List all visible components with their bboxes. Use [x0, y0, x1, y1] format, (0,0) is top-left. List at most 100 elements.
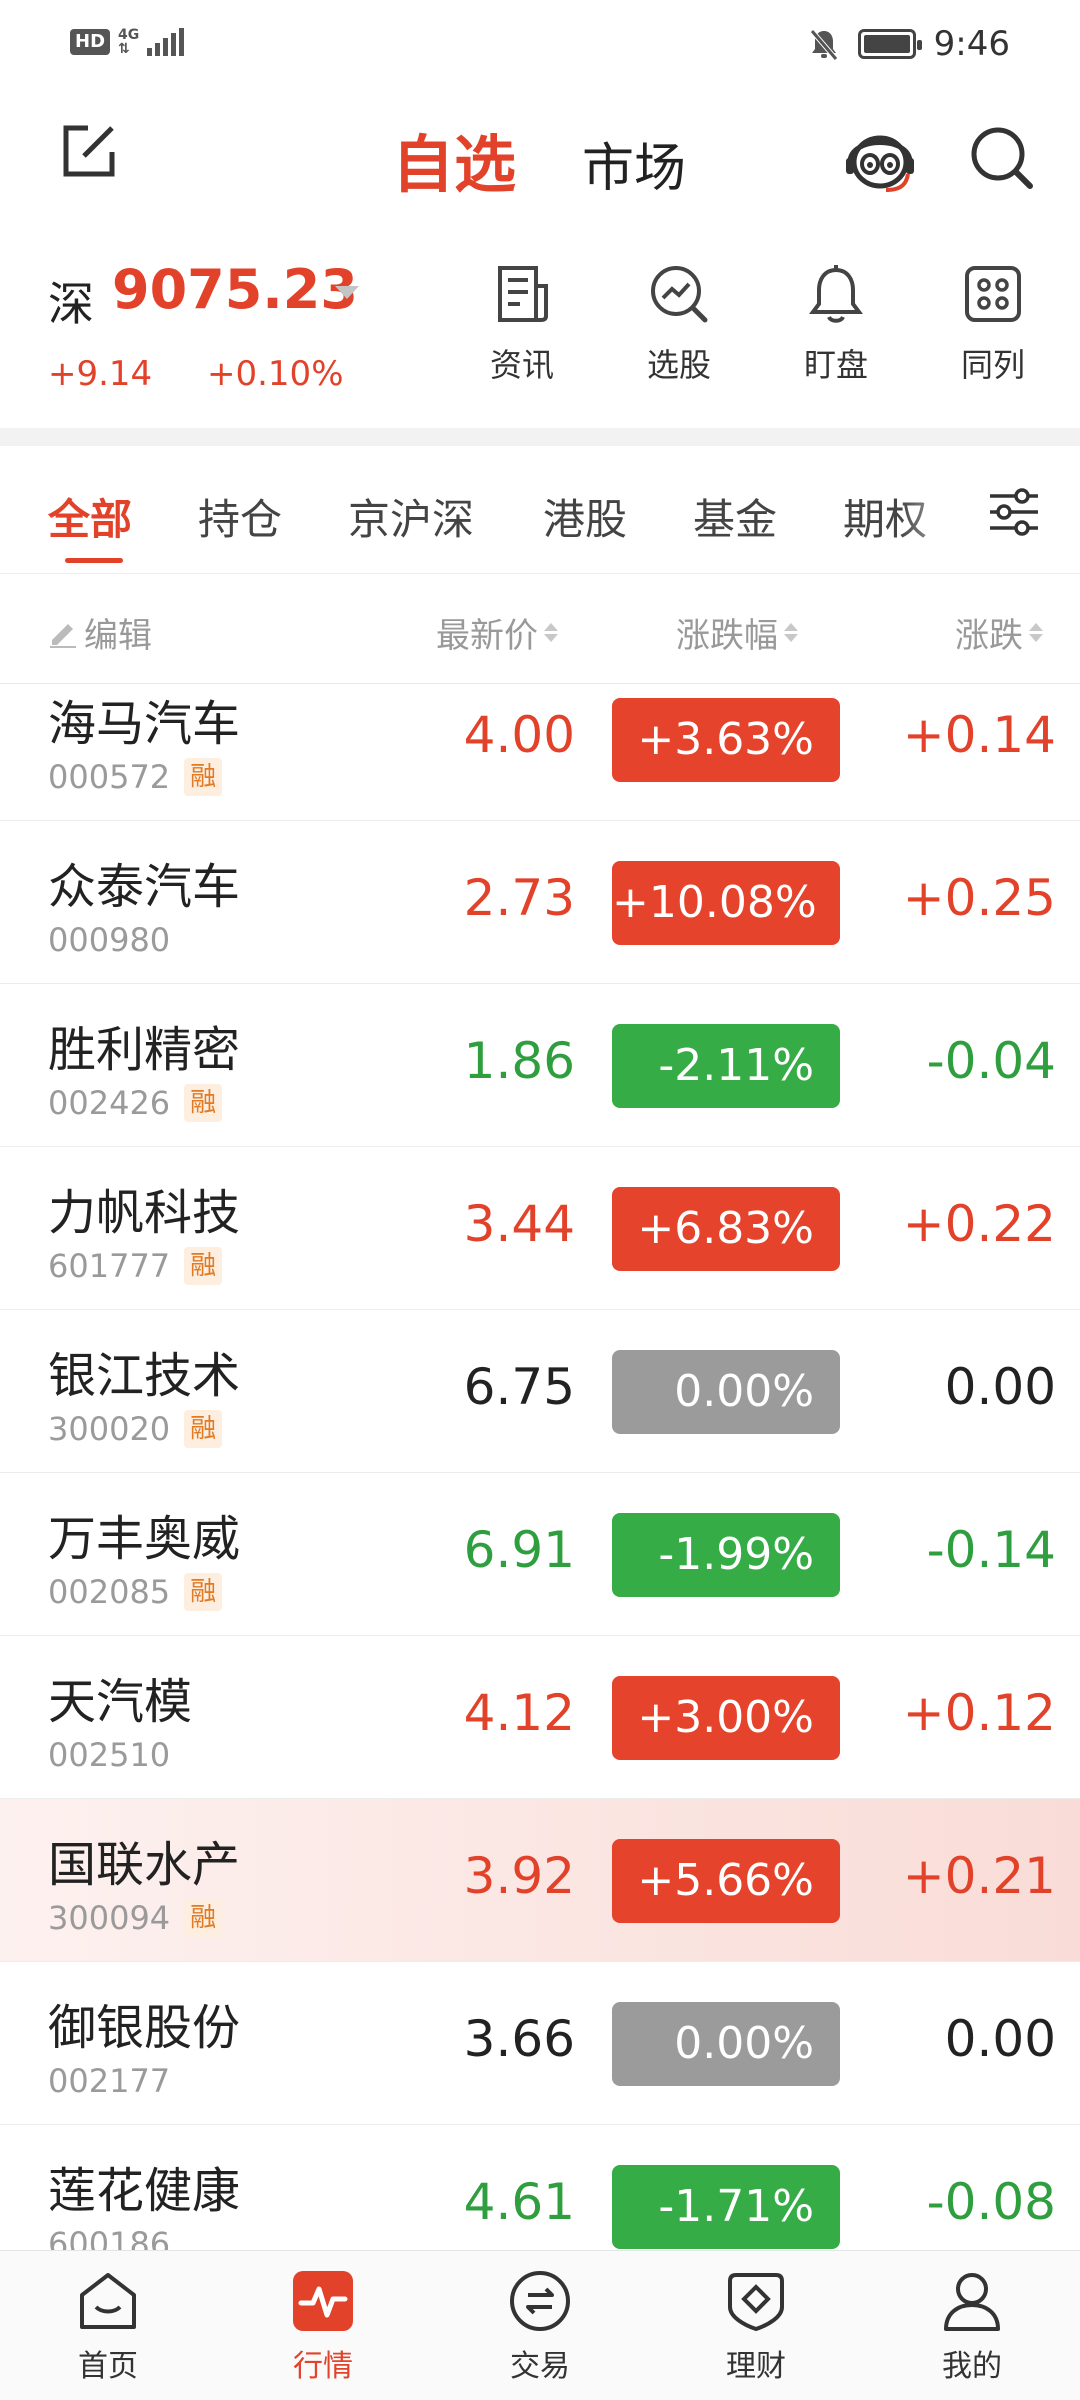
- margin-badge: 融: [184, 1573, 223, 1611]
- stock-code: 000980: [48, 921, 171, 959]
- stock-row[interactable]: 国联水产 300094 融 3.92 +5.66% +0.21: [0, 1799, 1080, 1962]
- top-header: 自选 市场: [0, 100, 1080, 210]
- tab-label: 我的: [942, 2349, 1002, 2384]
- stock-price: 4.12: [463, 1684, 575, 1742]
- tab-profile[interactable]: 我的: [897, 2269, 1047, 2385]
- tab-hk-stocks[interactable]: 港股: [543, 486, 627, 547]
- stock-row[interactable]: 御银股份 002177 3.66 0.00% 0.00: [0, 1962, 1080, 2125]
- index-change-pct: +0.10%: [207, 354, 344, 394]
- tab-holdings[interactable]: 持仓: [198, 486, 282, 547]
- tab-funds[interactable]: 基金: [693, 486, 777, 547]
- stock-code-line: 600186: [48, 2225, 170, 2250]
- pencil-icon: [50, 623, 76, 648]
- bottom-tab-bar: 首页 行情 交易 理财 我的: [0, 2250, 1080, 2400]
- stock-price: 3.66: [463, 2010, 575, 2068]
- stock-row[interactable]: 莲花健康 600186 4.61 -1.71% -0.08: [0, 2125, 1080, 2250]
- margin-badge: 融: [184, 1247, 223, 1285]
- section-divider: [0, 428, 1080, 446]
- change-pct-badge: +6.83%: [612, 1187, 840, 1271]
- tabs-fade: [900, 466, 980, 556]
- index-value: 9075.23: [112, 258, 358, 321]
- sort-change-button[interactable]: 涨跌: [955, 608, 1043, 657]
- caret-down-icon[interactable]: [335, 286, 359, 299]
- stock-row[interactable]: 力帆科技 601777 融 3.44 +6.83% +0.22: [0, 1147, 1080, 1310]
- filter-settings-icon[interactable]: [986, 484, 1042, 540]
- stock-name: 银江技术: [48, 1348, 241, 1404]
- search-icon[interactable]: [966, 122, 1038, 194]
- stock-row[interactable]: 众泰汽车 000980 2.73 +10.08% +0.25: [0, 821, 1080, 984]
- change-column-label: 涨跌: [955, 616, 1023, 656]
- tab-home[interactable]: 首页: [33, 2269, 183, 2385]
- stock-change: -0.14: [926, 1521, 1056, 1579]
- edit-list-button[interactable]: 编辑: [48, 608, 152, 657]
- stock-row[interactable]: 胜利精密 002426 融 1.86 -2.11% -0.04: [0, 984, 1080, 1147]
- stock-price: 6.75: [463, 1358, 575, 1416]
- stock-name: 御银股份: [48, 2000, 241, 2056]
- stock-price: 2.73: [463, 869, 575, 927]
- trade-icon: [510, 2271, 570, 2331]
- stock-name: 莲花健康: [48, 2163, 241, 2219]
- tab-a-shares[interactable]: 京沪深: [348, 486, 474, 547]
- stock-code-line: 300094 融: [48, 1899, 223, 1937]
- change-pct-badge: -1.71%: [612, 2165, 840, 2249]
- stock-price: 3.44: [463, 1195, 575, 1253]
- change-pct-badge: -1.99%: [612, 1513, 840, 1597]
- stock-code-line: 000980: [48, 921, 170, 959]
- stock-change: +0.14: [902, 706, 1056, 764]
- stock-code-line: 002426 融: [48, 1084, 223, 1122]
- tab-trade[interactable]: 交易: [465, 2269, 615, 2385]
- stock-change: 0.00: [944, 1358, 1056, 1416]
- stock-name: 胜利精密: [48, 1022, 241, 1078]
- change-pct-badge: +10.08%: [612, 861, 840, 945]
- sort-icon: [1029, 623, 1043, 642]
- sort-price-button[interactable]: 最新价: [436, 608, 558, 657]
- stock-row[interactable]: 海马汽车 000572 融 4.00 +3.63% +0.14: [0, 684, 1080, 821]
- shortcut-news[interactable]: 资讯: [462, 262, 582, 386]
- tab-market-quotes[interactable]: 行情: [248, 2269, 398, 2385]
- stock-name: 众泰汽车: [48, 859, 241, 915]
- network-arrows: ⇅: [118, 41, 130, 57]
- stock-change: +0.22: [902, 1195, 1056, 1253]
- tab-label: 交易: [510, 2349, 570, 2384]
- shortcut-label: 选股: [646, 346, 711, 384]
- sort-change-pct-button[interactable]: 涨跌幅: [676, 608, 798, 657]
- tab-all[interactable]: 全部: [48, 486, 132, 547]
- active-tab-indicator: [65, 558, 123, 563]
- news-icon: [498, 266, 548, 322]
- shortcut-stock-picker[interactable]: 选股: [619, 262, 739, 386]
- change-pct-badge: +5.66%: [612, 1839, 840, 1923]
- shortcut-peers[interactable]: 同列: [933, 262, 1053, 386]
- watchlist[interactable]: 海马汽车 000572 融 4.00 +3.63% +0.14 众泰汽车 000980 2.73…: [0, 684, 1080, 2250]
- margin-badge: 融: [184, 1084, 223, 1122]
- stock-price: 4.61: [463, 2173, 575, 2231]
- tab-watchlist[interactable]: 自选: [392, 114, 516, 204]
- stock-code: 600186: [48, 2225, 171, 2250]
- assistant-robot-icon[interactable]: [840, 118, 920, 198]
- stock-row[interactable]: 天汽模 002510 4.12 +3.00% +0.12: [0, 1636, 1080, 1799]
- tab-wealth[interactable]: 理财: [681, 2269, 831, 2385]
- index-summary[interactable]: 深 9075.23 +9.14 +0.10% 资讯 选股 盯盘 同列: [0, 250, 1080, 420]
- clock: 9:46: [933, 24, 1010, 64]
- change-pct-badge: -2.11%: [612, 1024, 840, 1108]
- shortcut-label: 资讯: [489, 346, 554, 384]
- status-right: 9:46: [808, 24, 1010, 64]
- tab-market[interactable]: 市场: [582, 126, 686, 201]
- margin-badge: 融: [184, 1899, 223, 1937]
- stock-code: 002085: [48, 1573, 171, 1611]
- wealth-icon: [728, 2273, 784, 2332]
- stock-price: 6.91: [463, 1521, 575, 1579]
- stock-code-line: 002510: [48, 1736, 170, 1774]
- status-left: HD 4G ⇅: [70, 27, 185, 57]
- network-label: 4G: [118, 27, 140, 43]
- stock-change: -0.08: [926, 2173, 1056, 2231]
- stock-price: 1.86: [463, 1032, 575, 1090]
- stock-row[interactable]: 万丰奥威 002085 融 6.91 -1.99% -0.14: [0, 1473, 1080, 1636]
- change-pct-badge: 0.00%: [612, 2002, 840, 2086]
- stock-row[interactable]: 银江技术 300020 融 6.75 0.00% 0.00: [0, 1310, 1080, 1473]
- stock-code: 002177: [48, 2062, 171, 2100]
- stock-code-line: 300020 融: [48, 1410, 223, 1448]
- sort-icon: [544, 623, 558, 642]
- edit-icon[interactable]: [58, 122, 118, 182]
- shortcut-watch[interactable]: 盯盘: [776, 262, 896, 386]
- stock-name: 力帆科技: [48, 1185, 241, 1241]
